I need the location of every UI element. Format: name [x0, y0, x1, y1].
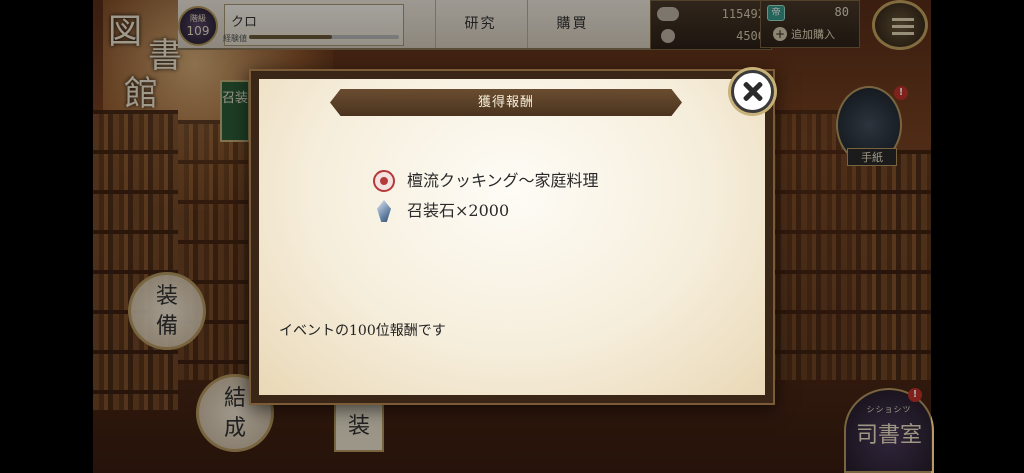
close-button[interactable] [731, 70, 774, 113]
reward-label: 檀流クッキング〜家庭料理 [407, 171, 599, 190]
reward-item: 召装石×2000 [373, 198, 599, 228]
summon-stone-icon [377, 200, 391, 222]
reward-item: 檀流クッキング〜家庭料理 [373, 168, 599, 198]
dialog-title: 獲得報酬 [330, 89, 682, 116]
reward-list: 檀流クッキング〜家庭料理 召装石×2000 [373, 168, 599, 228]
reward-label: 召装石×2000 [407, 201, 510, 220]
reward-dialog [249, 69, 775, 405]
seal-icon [373, 170, 395, 192]
reward-dialog-body [259, 79, 765, 395]
reward-message: イベントの100位報酬です [279, 323, 446, 339]
